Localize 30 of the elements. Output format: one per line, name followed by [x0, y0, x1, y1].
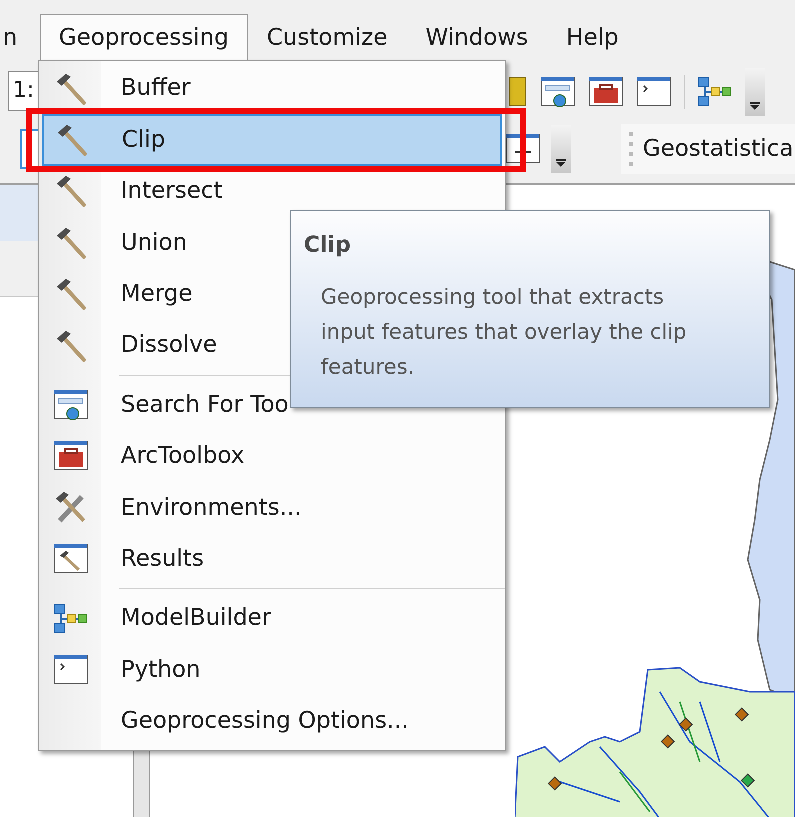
search-window-icon-button[interactable] — [540, 76, 576, 108]
menu-bar-item[interactable]: Geoprocessing — [40, 14, 248, 62]
python-button[interactable] — [636, 76, 672, 108]
toolbar-label: Geostatistical — [643, 134, 795, 164]
overflow-icon — [556, 159, 566, 167]
menu-bar-item[interactable]: Windows — [406, 14, 548, 62]
toolbar-overflow-button[interactable] — [745, 68, 765, 116]
grip-icon[interactable] — [629, 132, 633, 166]
tooltip-title: Clip — [304, 232, 352, 260]
toolbar-overflow-button[interactable] — [551, 125, 571, 173]
menu-bar-item[interactable]: Customize — [248, 14, 407, 62]
menu-item[interactable]: ArcToolbox — [42, 430, 502, 482]
model-icon — [53, 602, 89, 635]
menu-bar-item[interactable]: Help — [547, 14, 638, 62]
menu-item[interactable]: Python — [42, 644, 502, 696]
overflow-icon — [750, 102, 760, 110]
search-window-icon — [53, 389, 89, 422]
menu-item[interactable]: Geoprocessing Options... — [42, 696, 502, 748]
toolbox-icon — [53, 440, 89, 472]
menu-item[interactable]: Environments... — [42, 482, 502, 534]
modelbuilder-button[interactable] — [697, 76, 733, 108]
tooltip-text: Geoprocessing tool that extracts input features that overlay the clip features. — [320, 284, 688, 381]
toolbox-button[interactable] — [588, 76, 624, 108]
menu-item[interactable]: Clip — [42, 114, 502, 166]
menu-item[interactable]: Results — [42, 534, 502, 585]
menu-bar-item[interactable]: n — [0, 14, 40, 62]
tools-icon — [54, 490, 88, 525]
menu-item[interactable]: ModelBuilder — [42, 592, 502, 644]
results-window-icon — [53, 543, 89, 576]
python-window-icon — [53, 654, 89, 686]
